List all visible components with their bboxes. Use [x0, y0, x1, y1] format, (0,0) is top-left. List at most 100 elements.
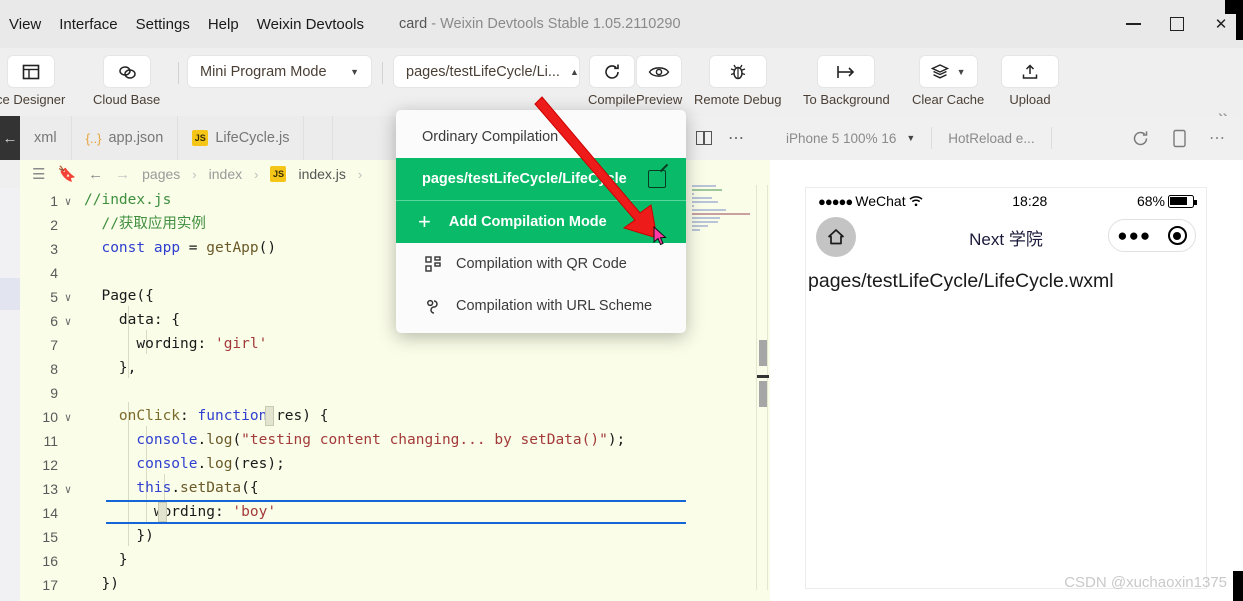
- menu-item-url-scheme[interactable]: Compilation with URL Scheme: [396, 285, 686, 327]
- remote-debug-button[interactable]: [709, 56, 766, 87]
- code-line[interactable]: 12 console.log(res);: [20, 452, 686, 476]
- menu-item-label: Compilation with QR Code: [456, 256, 627, 272]
- code-text: }): [84, 528, 154, 544]
- menu-item-interface[interactable]: Interface: [50, 12, 126, 37]
- minimize-button[interactable]: [1111, 0, 1155, 48]
- code-line[interactable]: 18: [20, 596, 686, 601]
- menu-item-ordinary-compilation[interactable]: Ordinary Compilation: [396, 116, 686, 158]
- title-bar: View Interface Settings Help Weixin Devt…: [0, 0, 1243, 48]
- more-icon[interactable]: ⋯: [1209, 128, 1227, 148]
- clear-cache-tool[interactable]: ▼ Clear Cache: [912, 56, 984, 107]
- preview-button[interactable]: [637, 56, 682, 87]
- fold-toggle-icon[interactable]: ∨: [58, 476, 78, 502]
- code-line[interactable]: 8 },: [20, 356, 686, 380]
- compile-mode-select[interactable]: pages/testLifeCycle/Li... ▲: [394, 56, 579, 87]
- minimap[interactable]: [692, 185, 752, 235]
- scrollbar-thumb[interactable]: [759, 381, 767, 407]
- menu-item-settings[interactable]: Settings: [127, 12, 199, 37]
- code-line[interactable]: 13 ∨ this.setData({: [20, 476, 686, 500]
- compile-tool[interactable]: Compile: [588, 56, 636, 107]
- clear-cache-button[interactable]: ▼: [919, 56, 977, 87]
- status-right: 68%: [1137, 193, 1197, 209]
- menu-item-label: pages/testLifeCycle/LifeCycle: [422, 171, 627, 187]
- code-line[interactable]: 11 console.log("testing content changing…: [20, 428, 686, 452]
- list-icon[interactable]: ☰: [32, 165, 45, 183]
- editor-tab-xml[interactable]: xml: [20, 116, 72, 160]
- device-select-value: iPhone 5 100% 16: [786, 130, 897, 146]
- capsule-menu-icon[interactable]: ●●●: [1117, 226, 1151, 246]
- editor-tab-next[interactable]: [304, 116, 334, 160]
- editor-tab-app-json[interactable]: {..} app.json: [72, 116, 179, 160]
- wechat-capsule[interactable]: ●●●: [1108, 219, 1196, 252]
- upload-button[interactable]: [1002, 56, 1058, 87]
- preview-tool[interactable]: Preview: [636, 56, 682, 107]
- to-background-button[interactable]: [818, 56, 875, 87]
- qr-code-icon: [422, 256, 444, 272]
- code-line[interactable]: 17 }): [20, 572, 686, 596]
- line-number: 12: [42, 457, 58, 473]
- breadcrumb-part-pages[interactable]: pages: [142, 166, 180, 182]
- code-text: //index.js: [84, 192, 172, 208]
- editor-scrollbar[interactable]: [756, 185, 769, 590]
- fold-toggle-icon: [58, 332, 78, 334]
- device-select[interactable]: iPhone 5 100% 16 ▼: [770, 116, 931, 160]
- sidebar-collapse-button[interactable]: ←: [0, 116, 20, 160]
- capsule-close-icon[interactable]: [1167, 226, 1187, 245]
- menu-item-view[interactable]: View: [0, 12, 50, 37]
- maximize-button[interactable]: [1155, 0, 1199, 48]
- fold-toggle-icon[interactable]: ∨: [58, 284, 78, 310]
- edit-icon[interactable]: [648, 170, 666, 188]
- more-icon[interactable]: ⋯: [728, 128, 746, 148]
- remote-debug-tool[interactable]: Remote Debug: [694, 56, 781, 107]
- code-line[interactable]: 15 }): [20, 524, 686, 548]
- fold-toggle-icon[interactable]: ∨: [58, 188, 78, 214]
- phone-icon[interactable]: [1172, 129, 1187, 148]
- minimap-line: [692, 213, 750, 215]
- menu-item-weixin-devtools[interactable]: Weixin Devtools: [248, 12, 373, 37]
- nav-forward-icon[interactable]: →: [115, 166, 130, 183]
- to-background-label: To Background: [803, 92, 890, 107]
- fold-toggle-icon[interactable]: ∨: [58, 308, 78, 334]
- device-designer-tool[interactable]: ce Designer: [0, 56, 65, 107]
- line-number: 14: [42, 505, 58, 521]
- code-line[interactable]: 10∨ onClick: function(res) {: [20, 404, 686, 428]
- compile-button[interactable]: [589, 56, 634, 87]
- fold-toggle-icon: [58, 212, 78, 214]
- cloud-base-tool[interactable]: Cloud Base: [93, 56, 160, 107]
- line-number: 7: [50, 337, 58, 353]
- breadcrumb-part-index[interactable]: index: [209, 166, 242, 182]
- code-text: const app = getApp(): [101, 240, 277, 256]
- code-line[interactable]: 14 wording: 'boy': [20, 500, 686, 524]
- upload-tool[interactable]: Upload: [1002, 56, 1058, 107]
- menu-item-help[interactable]: Help: [199, 12, 248, 37]
- nav-back-icon[interactable]: ←: [88, 166, 103, 183]
- page-content-text: pages/testLifeCycle/LifeCycle.wxml: [808, 270, 1114, 292]
- editor-tab-lifecycle-js[interactable]: JS LifeCycle.js: [178, 116, 305, 160]
- breadcrumb-part-file[interactable]: index.js: [298, 166, 345, 182]
- chevron-up-icon: ▲: [569, 66, 579, 77]
- menu-item-selected-mode[interactable]: pages/testLifeCycle/LifeCycle: [396, 158, 686, 200]
- cloud-base-label: Cloud Base: [93, 92, 161, 107]
- wifi-icon: [909, 196, 923, 207]
- chevron-down-icon: ▼: [906, 133, 916, 143]
- device-designer-button[interactable]: [7, 56, 54, 87]
- menu-item-label: Add Compilation Mode: [448, 214, 607, 230]
- to-background-tool[interactable]: To Background: [803, 56, 890, 107]
- fold-toggle-icon[interactable]: ∨: [58, 404, 78, 430]
- hot-reload-select[interactable]: HotReload e...: [932, 116, 1050, 160]
- code-line[interactable]: 7 wording: 'girl': [20, 332, 686, 356]
- menu-item-add-compilation-mode[interactable]: + Add Compilation Mode: [396, 201, 686, 243]
- split-editor-icon[interactable]: [696, 131, 712, 145]
- mode-select[interactable]: Mini Program Mode ▼: [188, 56, 371, 87]
- cloud-base-button[interactable]: [103, 56, 150, 87]
- scrollbar-thumb[interactable]: [759, 340, 767, 366]
- code-line[interactable]: 16 }: [20, 548, 686, 572]
- code-line[interactable]: 9: [20, 380, 686, 404]
- compile-label: Compile: [588, 92, 636, 107]
- menu-item-qr-code[interactable]: Compilation with QR Code: [396, 243, 686, 285]
- line-number: 15: [42, 529, 58, 545]
- fold-toggle-icon: [58, 500, 78, 502]
- bookmark-icon[interactable]: 🔖: [57, 165, 76, 183]
- refresh-icon[interactable]: [1131, 129, 1150, 148]
- fold-toggle-icon: [58, 548, 78, 550]
